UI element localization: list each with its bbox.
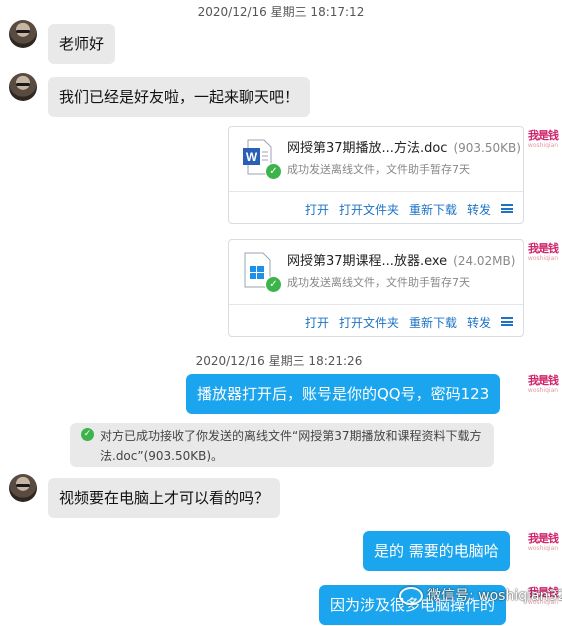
- wechat-watermark: 微信号: woshiqian321: [399, 585, 562, 605]
- file-name: 网授第37期播放...方法.doc: [287, 141, 448, 156]
- open-file-link[interactable]: 打开: [305, 314, 329, 331]
- contact-avatar[interactable]: [9, 20, 37, 48]
- notice-text: 对方已成功接收了你发送的离线文件“网授第37期播放和课程资料下载方法.doc”(…: [100, 429, 482, 463]
- redownload-link[interactable]: 重新下载: [409, 314, 457, 331]
- received-message: 老师好: [48, 24, 116, 64]
- sent-message: 是的 需要的电脑哈: [363, 531, 510, 571]
- file-size: (24.02MB): [453, 254, 516, 268]
- success-check-icon: ✓: [265, 276, 282, 293]
- timestamp: 2020/12/16 星期三 18:17:12: [197, 5, 365, 19]
- contact-avatar[interactable]: [9, 73, 37, 101]
- my-avatar[interactable]: 我是钱 woshiqian: [527, 242, 559, 274]
- timestamp: 2020/12/16 星期三 18:21:26: [195, 354, 363, 368]
- file-received-notice: ✓ 对方已成功接收了你发送的离线文件“网授第37期播放和课程资料下载方法.doc…: [70, 423, 494, 467]
- file-message-card[interactable]: ✓ 网授第37期课程...放器.exe (24.02MB) 成功发送离线文件，文件…: [228, 239, 524, 337]
- contact-avatar[interactable]: [9, 474, 37, 502]
- file-action-bar: 打开 打开文件夹 重新下载 转发: [229, 191, 523, 224]
- file-message-card[interactable]: W ✓ 网授第37期播放...方法.doc (903.50KB) 成功发送离线文件…: [228, 126, 524, 224]
- wechat-icon: [399, 587, 423, 605]
- svg-text:W: W: [246, 150, 258, 164]
- open-folder-link[interactable]: 打开文件夹: [339, 314, 399, 331]
- my-avatar[interactable]: 我是钱 woshiqian: [527, 532, 559, 564]
- file-action-bar: 打开 打开文件夹 重新下载 转发: [229, 304, 523, 337]
- file-status: 成功发送离线文件，文件助手暂存7天: [287, 163, 470, 176]
- open-folder-link[interactable]: 打开文件夹: [339, 201, 399, 218]
- forward-link[interactable]: 转发: [467, 201, 491, 218]
- my-avatar[interactable]: 我是钱 woshiqian: [527, 374, 559, 406]
- forward-link[interactable]: 转发: [467, 314, 491, 331]
- received-message: 我们已经是好友啦，一起来聊天吧！: [48, 77, 311, 117]
- file-status: 成功发送离线文件，文件助手暂存7天: [287, 276, 470, 289]
- success-check-icon: ✓: [265, 163, 282, 180]
- more-menu-icon[interactable]: [501, 204, 513, 213]
- my-avatar[interactable]: 我是钱 woshiqian: [527, 129, 559, 161]
- success-check-icon: ✓: [81, 428, 94, 441]
- file-size: (903.50KB): [453, 141, 521, 155]
- file-name: 网授第37期课程...放器.exe: [287, 254, 448, 269]
- sent-message: 播放器打开后，账号是你的QQ号，密码123: [186, 374, 501, 414]
- open-file-link[interactable]: 打开: [305, 201, 329, 218]
- more-menu-icon[interactable]: [501, 317, 513, 326]
- redownload-link[interactable]: 重新下载: [409, 201, 457, 218]
- received-message: 视频要在电脑上才可以看的吗？: [48, 478, 281, 518]
